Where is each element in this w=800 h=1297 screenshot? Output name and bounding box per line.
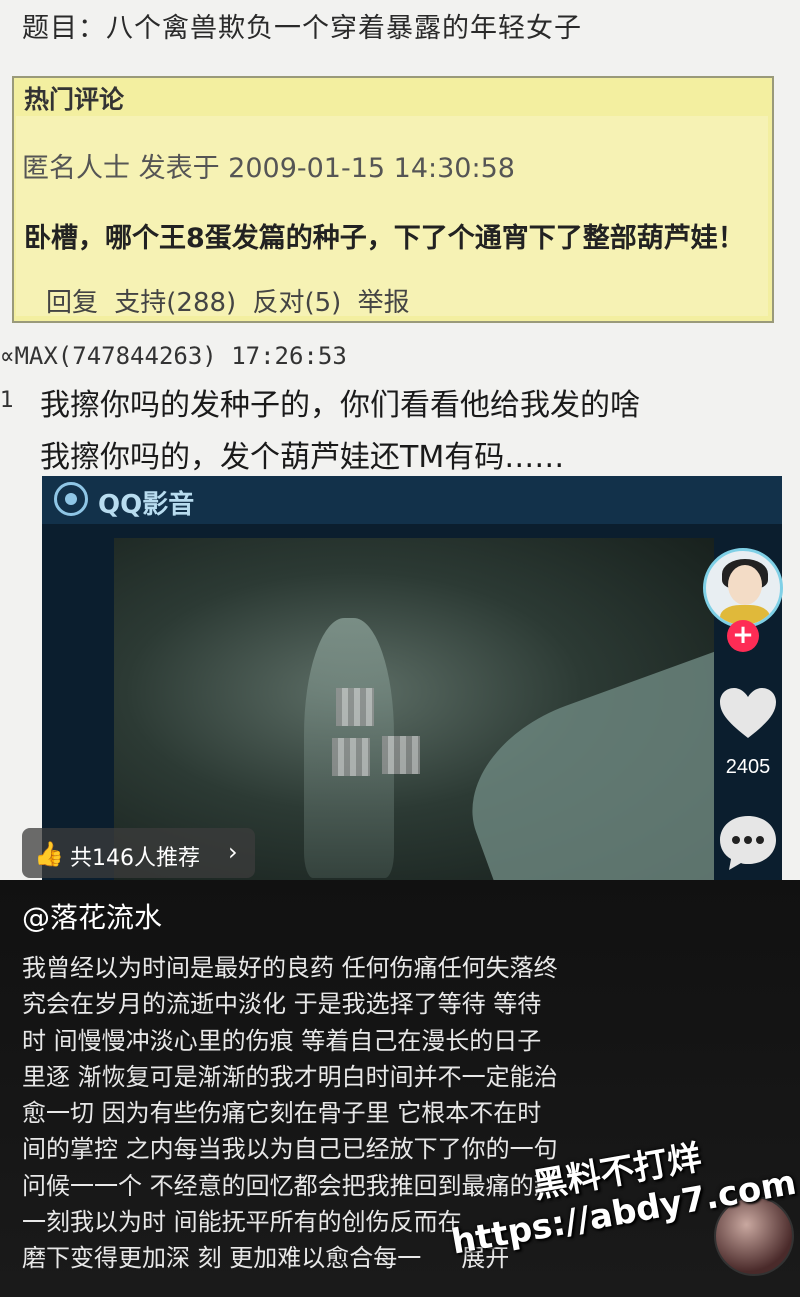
like-button[interactable] (716, 686, 780, 746)
mosaic-censor (336, 688, 374, 726)
comment-icon (720, 816, 776, 870)
player-titlebar: QQ影音 (42, 476, 782, 524)
hot-comments-box: 热门评论 匿名人士 发表于 2009-01-15 14:30:58 卧槽，哪个王… (12, 76, 774, 323)
chat-header: ∝MAX(747844263) 17:26:53 (0, 342, 347, 370)
chat-message-2: 我擦你吗的，发个葫芦娃还TM有码…… (40, 440, 565, 475)
heart-icon (720, 688, 776, 738)
mosaic-censor (382, 736, 420, 774)
hot-comment-body: 匿名人士 发表于 2009-01-15 14:30:58 卧槽，哪个王8蛋发篇的… (16, 116, 768, 319)
avatar-face (728, 565, 762, 605)
chat-message-1: 我擦你吗的发种子的，你们看看他给我发的啥 (40, 388, 640, 423)
screenshot-image: 题目：八个禽兽欺负一个穿着暴露的年轻女子 热门评论 匿名人士 发表于 2009-… (0, 0, 800, 880)
description-text: 磨下变得更加深 刻 更加难以愈合每一 (22, 1244, 422, 1273)
creator-avatar[interactable] (703, 548, 783, 628)
oppose-link: 反对(5) (252, 288, 342, 318)
video-player: QQ影音 (42, 476, 782, 880)
comment-text: 卧槽，哪个王8蛋发篇的种子，下了个通宵下了整部葫芦娃！ (24, 223, 745, 254)
support-link: 支持(288) (114, 288, 237, 318)
description-line: 我曾经以为时间是最好的良药 任何伤痛任何失落终 (22, 954, 558, 982)
qq-player-logo-icon (54, 482, 88, 516)
report-link: 举报 (357, 288, 410, 318)
thumbs-up-icon: 👍 (34, 840, 64, 868)
description-line: 究会在岁月的流逝中淡化 于是我选择了等待 等待 (22, 990, 542, 1019)
forum-title: 题目：八个禽兽欺负一个穿着暴露的年轻女子 (22, 13, 582, 44)
comment-meta: 匿名人士 发表于 2009-01-15 14:30:58 (22, 153, 515, 184)
description-line: 里逐 渐恢复可是渐渐的我才明白时间并不一定能治 (22, 1062, 558, 1091)
like-count: 2405 (725, 756, 771, 778)
author-name[interactable]: @落花流水 (22, 896, 162, 936)
description-line: 愈一切 因为有些伤痛它刻在骨子里 它根本不在时 (22, 1099, 542, 1128)
mosaic-censor (332, 738, 370, 776)
description-line: 时 间慢慢冲淡心里的伤痕 等着自己在漫长的日子 (22, 1026, 542, 1055)
description-line: 磨下变得更加深 刻 更加难以愈合每一 展开 (22, 1240, 662, 1276)
chat-line-number: 1 (0, 388, 14, 413)
video-scene-shape (446, 639, 714, 880)
recommend-pill[interactable]: 👍 共146人推荐 › (22, 828, 255, 878)
caption-panel: @落花流水 我曾经以为时间是最好的良药 任何伤痛任何失落终 究会在岁月的流逝中淡… (0, 880, 800, 1297)
player-title: QQ影音 (98, 490, 195, 520)
recommend-label: 共146人推荐 (70, 846, 200, 871)
comment-actions: 回复 支持(288) 反对(5) 举报 (46, 282, 418, 319)
comment-button[interactable] (716, 812, 780, 876)
hot-comments-header: 热门评论 (24, 85, 125, 114)
follow-button[interactable]: + (727, 620, 759, 652)
chevron-right-icon: › (228, 838, 238, 866)
reply-link: 回复 (46, 288, 99, 318)
